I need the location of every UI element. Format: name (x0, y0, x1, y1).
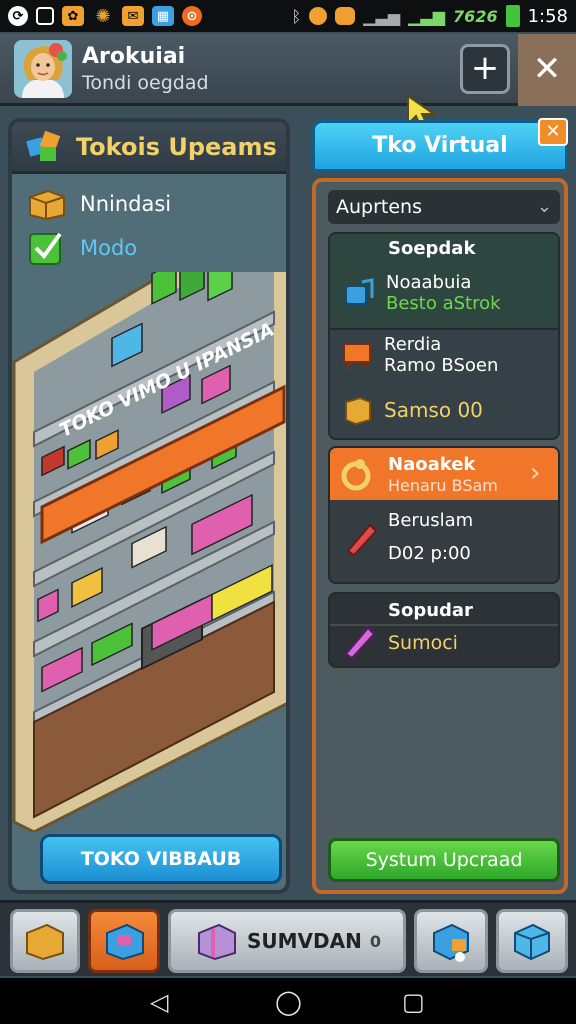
recents-icon[interactable]: ▢ (402, 988, 425, 1016)
status-bar: ⟳ ✿ ✺ ✉ ▦ ⊙ ᛒ ▁▃▅ ▁▃▆ 7626 1:58 (0, 0, 576, 32)
card-1-item-2[interactable]: Rerdia Ramo BSoen (340, 334, 498, 376)
card-1-item-2-name: Rerdia (384, 334, 442, 355)
back-icon[interactable]: ◁ (150, 988, 168, 1016)
card-1-item-1-name: Noaabuia (386, 272, 472, 293)
product-card-3[interactable]: Sopudar Sumoci (328, 592, 560, 668)
building-blocks-icon (433, 923, 469, 962)
card-3-title: Sopudar (388, 600, 473, 621)
box-icon (26, 923, 64, 961)
gold-ring-icon (341, 459, 371, 491)
music-note-icon (345, 278, 374, 305)
card-2-header[interactable]: Naoakek Henaru BSam › (330, 448, 558, 500)
card-1-item-2-sub: Ramo BSoen (384, 355, 499, 376)
gift-box-icon (106, 923, 144, 961)
system-upgrade-button[interactable]: Systum Upcraad (328, 838, 560, 882)
card-2-item[interactable]: Beruslam D02 p:00 (342, 510, 473, 564)
player-subtitle: Tondi oegdad (82, 72, 209, 94)
sync-icon: ⟳ (8, 6, 28, 26)
store-main-button[interactable]: TOKO VIBBAUB (40, 834, 282, 884)
panel-close-button[interactable]: ✕ (538, 118, 568, 146)
card-1-item-3-price: Samso 00 (384, 398, 483, 422)
card-1-item-1[interactable]: Noaabuia Besto aStrok (342, 272, 501, 314)
signal-strong-icon: ▁▃▆ (408, 6, 446, 26)
chevron-right-icon: › (530, 458, 541, 488)
avatar[interactable] (14, 40, 72, 98)
toolbar-center-button[interactable]: SUMVDAN 0 (168, 909, 406, 973)
card-1-divider (330, 328, 558, 330)
clock: 1:58 (527, 5, 568, 27)
package-icon (198, 923, 236, 961)
toolbar-center-suffix: 0 (369, 931, 381, 951)
store-shelf-illustration: TOKO VIMO U IPANSIA (12, 210, 286, 890)
card-2-item-sub: D02 p:00 (388, 543, 471, 564)
checkbox-icon (29, 232, 62, 265)
toolbar-crate-button[interactable] (496, 909, 568, 973)
pencil-icon (346, 523, 378, 557)
left-menu-item-1-label: Nnindasi (80, 192, 172, 216)
card-2-header-sub: Henaru BSam (388, 476, 498, 495)
bluetooth-icon: ᛒ (291, 6, 302, 26)
blue-crate-icon (514, 923, 550, 961)
card-3-sub: Sumoci (388, 632, 458, 654)
left-menu-item-1[interactable]: Nnindasi (12, 182, 286, 226)
mail-icon: ✉ (122, 6, 144, 26)
card-2-item-name: Beruslam (388, 510, 474, 531)
product-card-1[interactable]: Soepdak Noaabuia Besto aStrok Rerdia Ram… (328, 232, 560, 440)
bottom-toolbar: SUMVDAN 0 (0, 900, 576, 976)
card-1-title: Soepdak (388, 238, 476, 259)
toolbar-gift-button[interactable] (88, 909, 160, 973)
blocks-icon (26, 130, 61, 161)
marker-icon (344, 626, 376, 660)
player-name: Arokuiai (82, 44, 186, 69)
toolbar-center-label: SUMVDAN (247, 929, 362, 953)
store-panel: Tokois Upeams Nnindasi Modo TOKO VIMO U … (8, 118, 290, 894)
avatar-portrait-icon (14, 40, 72, 98)
status-icons-right: ᛒ ▁▃▅ ▁▃▆ 7626 1:58 (292, 5, 568, 27)
product-card-2[interactable]: Naoakek Henaru BSam › Beruslam D02 p:00 (328, 446, 560, 584)
card-2-header-title: Naoakek (388, 454, 476, 475)
category-select[interactable]: Auprtens ⌄ (328, 190, 560, 224)
add-button[interactable]: + (460, 44, 510, 94)
notification-icon: ⊙ (182, 6, 202, 26)
top-header: Arokuiai Tondi oegdad + ✕ (0, 34, 576, 132)
shelf-graphic (12, 210, 286, 834)
home-icon[interactable]: ◯ (275, 988, 302, 1016)
toolbar-blocks-button[interactable] (414, 909, 488, 973)
virtual-store-title: Tko Virtual (312, 120, 568, 172)
category-select-value: Auprtens (336, 196, 422, 218)
calendar-icon: ▦ (152, 6, 174, 26)
system-nav-bar: ◁ ◯ ▢ (0, 978, 576, 1024)
coin-icon (309, 7, 328, 25)
card-1-item-3[interactable]: Samso 00 (342, 394, 483, 426)
box-icon (29, 189, 65, 221)
face-icon (335, 7, 356, 25)
toolbar-box-button[interactable] (10, 909, 80, 973)
close-button[interactable]: ✕ (518, 34, 576, 106)
chevron-down-icon: ⌄ (536, 196, 552, 217)
battery-percent: 7626 (453, 6, 498, 26)
square-icon (36, 7, 54, 25)
crate-icon (345, 396, 371, 426)
signal-icon: ▁▃▅ (363, 6, 401, 26)
game-icon: ✿ (62, 6, 84, 26)
card-1-item-1-sub: Besto aStrok (386, 293, 501, 314)
easel-icon (343, 343, 371, 371)
status-icons-left: ⟳ ✿ ✺ ✉ ▦ ⊙ (8, 5, 202, 27)
left-menu-item-2-label: Modo (80, 236, 138, 260)
virtual-store-body: Auprtens ⌄ Soepdak Noaabuia Besto aStrok (312, 178, 568, 894)
left-menu-item-2[interactable]: Modo (12, 226, 286, 270)
store-panel-title: Tokois Upeams (76, 132, 277, 161)
gear-icon: ✺ (95, 5, 111, 27)
battery-icon (505, 5, 520, 27)
store-panel-header: Tokois Upeams (12, 122, 286, 174)
virtual-store-panel: Tko Virtual ✕ Auprtens ⌄ Soepdak Noaabui… (310, 118, 572, 894)
